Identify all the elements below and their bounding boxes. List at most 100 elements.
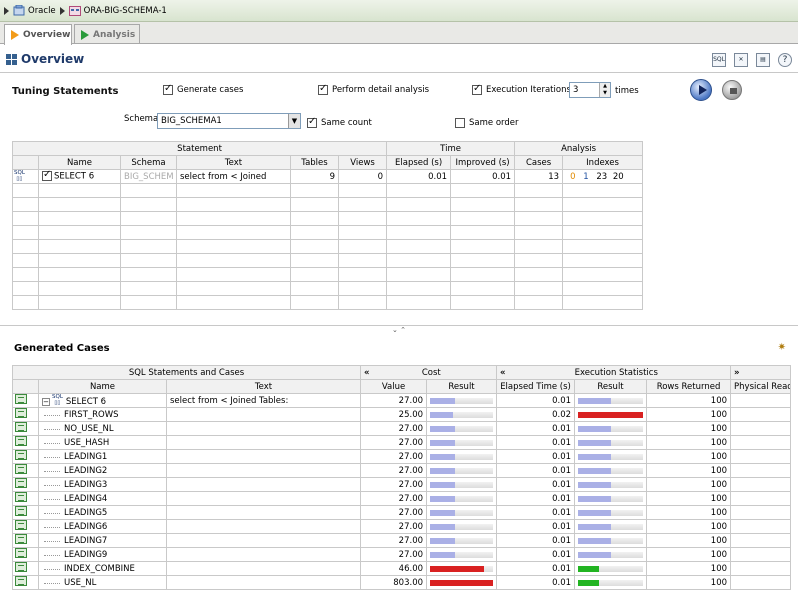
checkbox-box[interactable] bbox=[472, 83, 482, 95]
column-header-tables[interactable]: Tables bbox=[290, 155, 339, 170]
column-header-cases[interactable]: Cases bbox=[514, 155, 564, 170]
column-header-physical-reads[interactable]: Physical Reads bbox=[730, 379, 792, 394]
checkbox-box[interactable] bbox=[163, 83, 173, 95]
case-grid-icon bbox=[15, 436, 27, 446]
generate-cases-checkbox[interactable]: Generate cases bbox=[163, 83, 243, 95]
table-row-empty bbox=[12, 253, 644, 268]
table-row[interactable]: LEADING2 27.00 0.01 100 bbox=[12, 463, 792, 478]
tree-collapse-icon[interactable]: − bbox=[42, 398, 50, 406]
column-header-improved[interactable]: Improved (s) bbox=[450, 155, 516, 170]
table-row[interactable]: −SQL ▯▯ SELECT 6 select from < Joined Table… bbox=[12, 393, 792, 408]
same-count-checkbox[interactable]: Same count bbox=[307, 116, 372, 128]
tree-branch bbox=[44, 466, 60, 472]
table-row[interactable]: LEADING1 27.00 0.01 100 bbox=[12, 449, 792, 464]
spinner-arrows-icon[interactable]: ▲ ▼ bbox=[599, 83, 610, 97]
column-header-exec-result[interactable]: Result bbox=[574, 379, 648, 394]
column-header-schema[interactable]: Schema bbox=[120, 155, 177, 170]
stop-button[interactable] bbox=[722, 80, 742, 100]
cell-name[interactable]: FIRST_ROWS bbox=[38, 407, 167, 422]
breadcrumb-arrow-icon[interactable] bbox=[4, 6, 9, 15]
row-checkbox[interactable] bbox=[42, 171, 52, 182]
exec-iterations-checkbox[interactable]: Execution Iterations bbox=[472, 83, 571, 95]
column-header-elapsed[interactable]: Elapsed Time (s) bbox=[496, 379, 576, 394]
cost-result-bar bbox=[430, 397, 456, 404]
cell-elapsed: 0.01 bbox=[496, 547, 576, 562]
cell-name[interactable]: −SQL ▯▯ SELECT 6 bbox=[38, 393, 167, 408]
tab-overview[interactable]: Overview bbox=[4, 24, 72, 45]
cell-name[interactable]: LEADING2 bbox=[38, 463, 167, 478]
sql-icon[interactable]: SQL bbox=[712, 53, 726, 67]
cell-name-text: LEADING4 bbox=[64, 493, 108, 504]
table-row[interactable]: FIRST_ROWS 25.00 0.02 100 bbox=[12, 407, 792, 422]
iterations-value: 3 bbox=[573, 85, 579, 95]
database-icon bbox=[13, 5, 25, 16]
collapse-exec-icon[interactable]: « bbox=[500, 368, 506, 378]
case-grid-icon bbox=[15, 422, 27, 432]
schema-label: Schema bbox=[124, 114, 158, 124]
table-row[interactable]: SQL▯▯ SELECT 6 BIG_SCHEM select from < J… bbox=[12, 169, 644, 184]
cell-cost-value: 27.00 bbox=[360, 477, 428, 492]
expand-columns-icon[interactable]: » bbox=[734, 368, 740, 378]
column-header-rows[interactable]: Rows Returned bbox=[646, 379, 732, 394]
page-title: Overview bbox=[6, 52, 84, 66]
cell-name[interactable]: INDEX_COMBINE bbox=[38, 561, 167, 576]
detail-analysis-checkbox[interactable]: Perform detail analysis bbox=[318, 83, 429, 95]
cell-name[interactable]: SELECT 6 bbox=[38, 169, 121, 184]
cell-name[interactable]: USE_HASH bbox=[38, 435, 167, 450]
table-row[interactable]: NO_USE_NL 27.00 0.01 100 bbox=[12, 421, 792, 436]
pane-splitter[interactable]: ⌄ ⌃ bbox=[0, 325, 798, 337]
tree-branch bbox=[44, 536, 60, 542]
table-row[interactable]: INDEX_COMBINE 46.00 0.01 100 bbox=[12, 561, 792, 576]
checkbox-box[interactable] bbox=[455, 118, 465, 128]
cell-name[interactable]: LEADING3 bbox=[38, 477, 167, 492]
exec-result-bar-track bbox=[578, 481, 644, 488]
tree-branch bbox=[44, 452, 60, 458]
help-icon[interactable]: ? bbox=[778, 53, 792, 67]
schema-select[interactable]: BIG_SCHEMA1 ▼ bbox=[157, 113, 301, 129]
table-row[interactable]: USE_HASH 27.00 0.01 100 bbox=[12, 435, 792, 450]
collapse-cost-icon[interactable]: « bbox=[364, 368, 370, 378]
table-row[interactable]: USE_NL 803.00 0.01 100 bbox=[12, 575, 792, 590]
column-header-elapsed[interactable]: Elapsed (s) bbox=[386, 155, 452, 170]
cell-cost-value: 27.00 bbox=[360, 435, 428, 450]
breadcrumb-item-oracle[interactable]: Oracle bbox=[13, 5, 56, 16]
chevron-down-icon[interactable]: ▼ bbox=[288, 114, 300, 128]
column-header-cost-value[interactable]: Value bbox=[360, 379, 428, 394]
run-button[interactable] bbox=[690, 79, 712, 101]
cell-name[interactable]: LEADING1 bbox=[38, 449, 167, 464]
cell-name-text: LEADING5 bbox=[64, 507, 108, 518]
table-row-empty bbox=[12, 281, 644, 296]
iterations-stepper[interactable]: 3 ▲ ▼ bbox=[569, 82, 611, 98]
cell-name[interactable]: LEADING6 bbox=[38, 519, 167, 534]
column-header-indexes[interactable]: Indexes bbox=[562, 155, 644, 170]
cell-name[interactable]: LEADING5 bbox=[38, 505, 167, 520]
cell-name[interactable]: USE_NL bbox=[38, 575, 167, 590]
cell-cost-result bbox=[426, 421, 498, 436]
delete-icon[interactable]: ✕ bbox=[734, 53, 748, 67]
table-row[interactable]: LEADING4 27.00 0.01 100 bbox=[12, 491, 792, 506]
column-header-cost-result[interactable]: Result bbox=[426, 379, 498, 394]
column-header-text[interactable]: Text bbox=[165, 379, 362, 394]
cell-name[interactable]: LEADING7 bbox=[38, 533, 167, 548]
checkbox-box[interactable] bbox=[307, 116, 317, 128]
same-order-checkbox[interactable]: Same order bbox=[455, 118, 518, 128]
tab-analysis[interactable]: Analysis bbox=[74, 24, 140, 44]
checkbox-box[interactable] bbox=[318, 83, 328, 95]
table-row[interactable]: LEADING7 27.00 0.01 100 bbox=[12, 533, 792, 548]
cell-name[interactable]: LEADING9 bbox=[38, 547, 167, 562]
cell-name-text: SELECT 6 bbox=[54, 171, 95, 182]
breadcrumb-item-schema[interactable]: ORA-BIG-SCHEMA-1 bbox=[68, 5, 167, 16]
table-row[interactable]: LEADING6 27.00 0.01 100 bbox=[12, 519, 792, 534]
cell-name[interactable]: LEADING4 bbox=[38, 491, 167, 506]
copy-icon[interactable]: ▤ bbox=[756, 53, 770, 67]
table-row[interactable]: LEADING9 27.00 0.01 100 bbox=[12, 547, 792, 562]
column-header-name[interactable]: Name bbox=[38, 379, 167, 394]
generate-wizard-icon[interactable]: ✷ bbox=[778, 342, 786, 353]
table-row[interactable]: LEADING3 27.00 0.01 100 bbox=[12, 477, 792, 492]
cell-name[interactable]: NO_USE_NL bbox=[38, 421, 167, 436]
column-header-text[interactable]: Text bbox=[176, 155, 291, 170]
column-header-views[interactable]: Views bbox=[337, 155, 388, 170]
group-header-time: Time bbox=[386, 141, 516, 156]
table-row[interactable]: LEADING5 27.00 0.01 100 bbox=[12, 505, 792, 520]
column-header-name[interactable]: Name bbox=[38, 155, 121, 170]
